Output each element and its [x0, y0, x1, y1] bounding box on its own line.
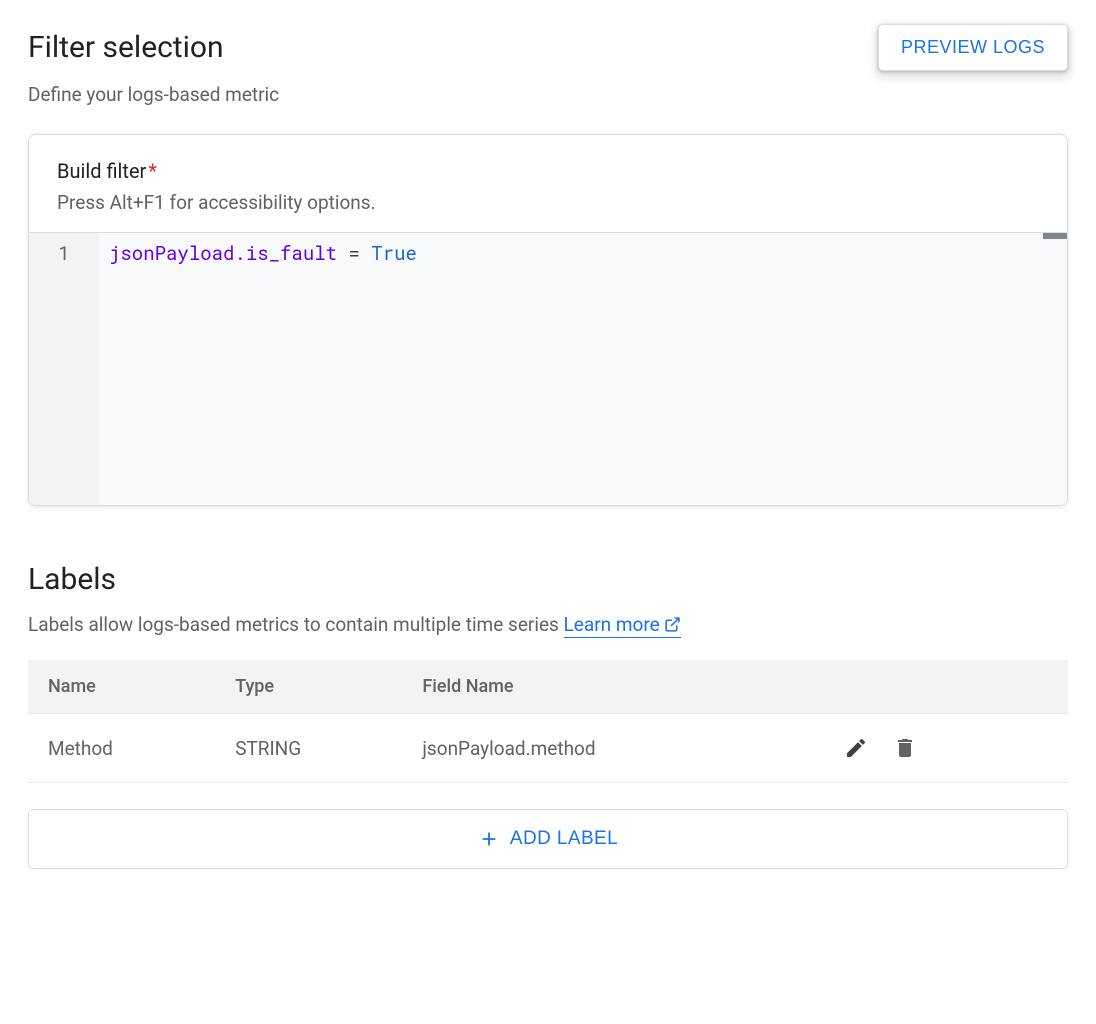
editor-scrollbar-indicator [1043, 233, 1067, 239]
add-label-text: ADD LABEL [510, 828, 618, 850]
edit-label-button[interactable] [838, 730, 874, 766]
labels-table: Name Type Field Name Method STRING jsonP… [28, 660, 1068, 783]
preview-logs-button[interactable]: PREVIEW LOGS [878, 24, 1068, 71]
col-header-field: Field Name [402, 660, 818, 714]
filter-section-subtitle: Define your logs-based metric [28, 83, 1068, 106]
table-row: Method STRING jsonPayload.method [28, 714, 1068, 783]
filter-code-editor[interactable]: 1 jsonPayload.is_fault = True [29, 233, 1067, 505]
cell-type: STRING [215, 714, 402, 783]
build-filter-label: Build filter* [57, 159, 1039, 183]
plus-icon [478, 828, 500, 850]
col-header-name: Name [28, 660, 215, 714]
filter-section-title: Filter selection [28, 30, 224, 65]
editor-gutter: 1 [29, 233, 99, 505]
delete-label-button[interactable] [887, 730, 923, 766]
external-link-icon [664, 616, 681, 633]
accessibility-hint: Press Alt+F1 for accessibility options. [57, 191, 1039, 214]
col-header-type: Type [215, 660, 402, 714]
cell-name: Method [28, 714, 215, 783]
cell-field: jsonPayload.method [402, 714, 818, 783]
editor-content[interactable]: jsonPayload.is_fault = True [99, 233, 1067, 505]
trash-icon [893, 736, 917, 760]
labels-section-subtitle: Labels allow logs-based metrics to conta… [28, 613, 1068, 636]
line-number: 1 [29, 241, 99, 266]
labels-section-title: Labels [28, 562, 1068, 597]
learn-more-link[interactable]: Learn more [564, 613, 681, 638]
required-indicator: * [148, 159, 157, 183]
col-header-actions [818, 660, 1068, 714]
labels-table-header-row: Name Type Field Name [28, 660, 1068, 714]
pencil-icon [844, 736, 868, 760]
add-label-button[interactable]: ADD LABEL [28, 809, 1068, 869]
build-filter-card: Build filter* Press Alt+F1 for accessibi… [28, 134, 1068, 506]
